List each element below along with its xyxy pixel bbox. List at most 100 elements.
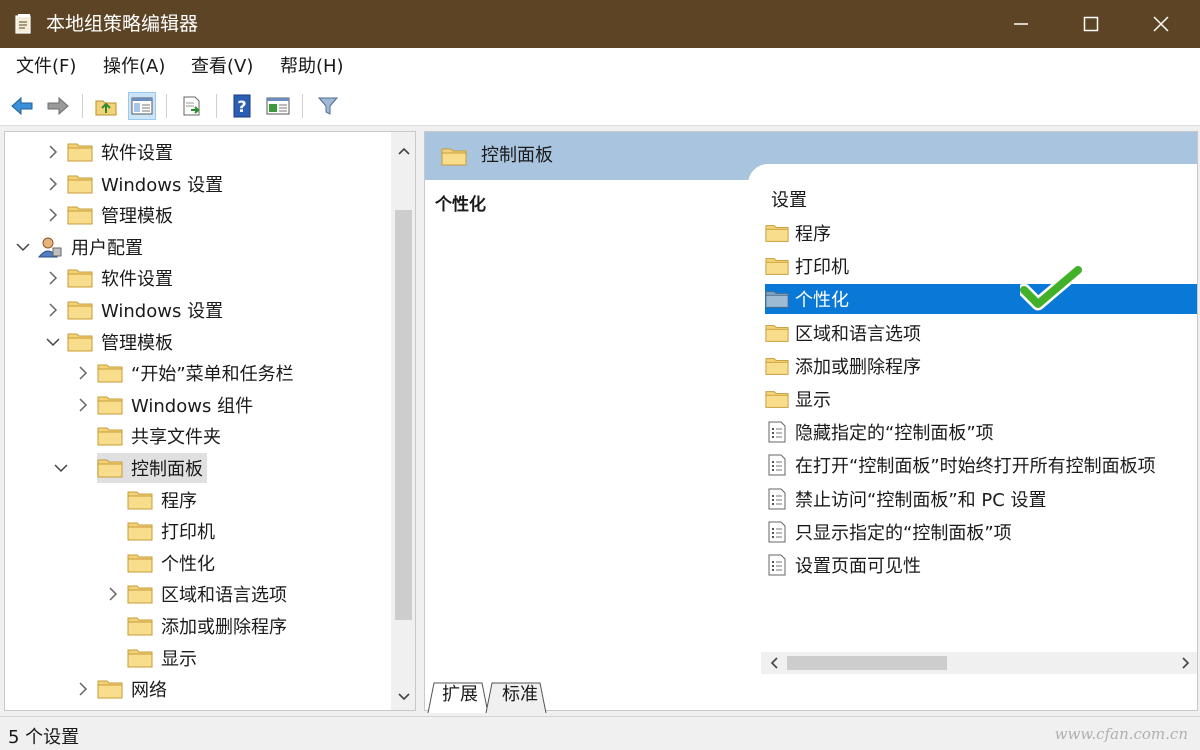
menu-action[interactable]: 操作(A) [103, 56, 165, 78]
menu-view[interactable]: 查看(V) [191, 56, 253, 78]
tree-item-label: 用户配置 [71, 237, 143, 259]
tree-item[interactable]: 控制面板 [54, 453, 207, 483]
tree-expander[interactable] [45, 302, 61, 318]
category-folder-item[interactable]: 打印机 [765, 251, 1197, 281]
policy-setting-item[interactable]: 禁止访问“控制面板”和 PC 设置 [765, 484, 1197, 514]
folder-icon [97, 427, 123, 446]
close-button[interactable] [1126, 0, 1196, 48]
item-label: 个性化 [795, 290, 849, 312]
tree-expander[interactable] [45, 270, 61, 286]
folder-icon [127, 491, 153, 510]
tree-item[interactable]: 区域和语言选项 [109, 579, 287, 609]
category-folder-item[interactable]: 添加或删除程序 [765, 351, 1197, 381]
tree-item[interactable]: 软件设置 [49, 263, 173, 293]
tree-expander[interactable] [105, 586, 121, 602]
tree-item[interactable]: Windows 设置 [49, 169, 223, 199]
back-icon [11, 96, 33, 116]
settings-column-header[interactable]: 设置 [771, 186, 807, 212]
category-folder-item[interactable]: 程序 [765, 218, 1197, 248]
chevron-down-icon [46, 338, 60, 346]
tree-expander[interactable] [75, 397, 91, 413]
tree-expander[interactable] [53, 460, 69, 476]
folder-icon [765, 357, 789, 375]
toolbar: ? [0, 86, 1200, 126]
scroll-down-arrow[interactable] [391, 686, 415, 708]
forward-button[interactable] [44, 92, 72, 120]
tree-item[interactable]: 软件设置 [49, 137, 173, 167]
menu-help[interactable]: 帮助(H) [280, 56, 344, 78]
chevron-down-icon [54, 464, 68, 473]
tree-item[interactable]: 管理模板 [46, 327, 173, 357]
tree-item[interactable]: Windows 设置 [49, 295, 223, 325]
minimize-button[interactable] [986, 0, 1056, 48]
tree-expander[interactable] [45, 334, 61, 350]
tree-item[interactable]: 打印机 [127, 516, 215, 546]
chevron-right-icon [109, 587, 118, 601]
folder-icon [765, 225, 789, 242]
item-label: 显示 [795, 390, 831, 411]
category-folder-item[interactable]: 个性化 [765, 284, 1197, 315]
policy-setting-item[interactable]: 只显示指定的“控制面板”项 [765, 517, 1197, 547]
tree-expander[interactable] [45, 144, 61, 160]
tree-item-label: 管理模板 [101, 206, 173, 228]
tree-item[interactable]: 共享文件夹 [97, 421, 221, 451]
tree-item[interactable]: Windows 组件 [79, 390, 254, 420]
tree-item[interactable]: “开始”菜单和任务栏 [79, 358, 294, 388]
tree-item-label: 添加或删除程序 [161, 617, 287, 638]
tree-item[interactable]: 添加或删除程序 [127, 611, 287, 641]
policy-setting-item[interactable]: 在打开“控制面板”时始终打开所有控制面板项 [765, 450, 1197, 480]
close-icon [1153, 16, 1169, 32]
category-folder-item[interactable]: 显示 [765, 384, 1197, 414]
tree-item[interactable]: 管理模板 [49, 200, 173, 230]
scroll-left-arrow[interactable] [763, 652, 785, 674]
details-horizontal-scrollbar[interactable] [761, 652, 1197, 674]
tree-expander[interactable] [75, 365, 91, 381]
help-button[interactable]: ? [228, 92, 256, 120]
item-icon [765, 554, 789, 576]
filter-button[interactable] [314, 92, 342, 120]
tree-item[interactable]: 程序 [127, 485, 197, 515]
item-icon [765, 355, 789, 377]
tree-expander[interactable] [45, 176, 61, 192]
show-hide-tree-button[interactable] [128, 92, 156, 120]
status-text: 5 个设置 [8, 727, 80, 748]
app-icon [15, 14, 31, 34]
details-header-title: 控制面板 [481, 145, 553, 166]
title-bar: 本地组策略编辑器 [0, 0, 1200, 48]
tree-vertical-scrollbar[interactable] [391, 132, 415, 710]
category-folder-item[interactable]: 区域和语言选项 [765, 318, 1197, 348]
tree-pane[interactable]: 软件设置 Windows 设置 管理模板 用户配置 软件设置 Windows 设置 管理模板… [4, 131, 416, 711]
tab-standard[interactable]: 标准 [492, 680, 548, 710]
tree-item[interactable]: 用户配置 [16, 232, 143, 262]
maximize-button[interactable] [1056, 0, 1126, 48]
item-icon [765, 288, 789, 310]
export-list-button[interactable] [178, 92, 206, 120]
tree-item[interactable]: 个性化 [127, 548, 215, 578]
scroll-up-arrow[interactable] [391, 140, 415, 162]
tree-item-label: 区域和语言选项 [161, 585, 287, 607]
tree-item[interactable]: 网络 [79, 674, 167, 704]
item-label: 隐藏指定的“控制面板”项 [795, 423, 994, 445]
show-hide-tree-icon [131, 97, 153, 115]
folder-icon [765, 291, 789, 309]
properties-button[interactable] [264, 92, 292, 120]
back-button[interactable] [8, 92, 36, 120]
tree-item-label: Windows 组件 [131, 395, 254, 417]
scroll-right-arrow[interactable] [1175, 652, 1197, 674]
toolbar-separator [216, 94, 217, 118]
scroll-thumb[interactable] [395, 210, 412, 620]
menu-file[interactable]: 文件(F) [16, 56, 76, 78]
tree-expander[interactable] [15, 239, 31, 255]
policy-setting-item[interactable]: 隐藏指定的“控制面板”项 [765, 417, 1197, 447]
folder-icon [67, 143, 93, 162]
tree-item-label: 个性化 [161, 553, 215, 575]
scroll-thumb[interactable] [787, 656, 947, 670]
forward-icon [47, 96, 69, 116]
up-folder-button[interactable] [92, 92, 120, 120]
tree-expander[interactable] [75, 681, 91, 697]
tree-item[interactable]: 显示 [127, 643, 197, 673]
tab-extended[interactable]: 扩展 [432, 680, 488, 710]
tree-expander[interactable] [45, 207, 61, 223]
item-label: 打印机 [795, 257, 849, 279]
policy-setting-item[interactable]: 设置页面可见性 [765, 550, 1197, 580]
